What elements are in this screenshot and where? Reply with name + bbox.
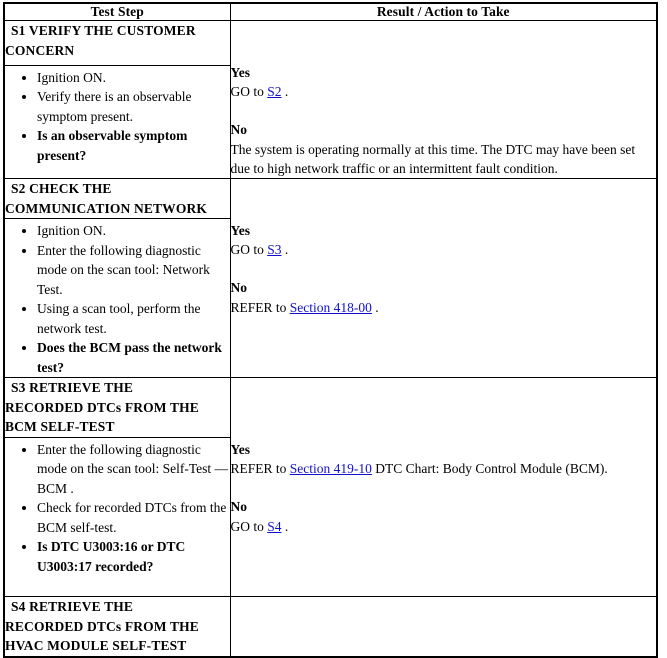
step-title-s3-line1: S3 RETRIEVE THE	[11, 380, 134, 396]
step-title-s1-line1: S1 VERIFY THE CUSTOMER	[11, 23, 196, 38]
result-yes-prefix-s1: GO to	[230, 84, 268, 100]
result-no-prefix-s2: REFER to	[230, 299, 290, 315]
result-yes-label-s2: Yes	[230, 223, 251, 239]
step-title-s3: S3 RETRIEVE THE RECORDED DTCs FROM THE B…	[3, 377, 231, 438]
result-no-text-s2: REFER to Section 418-00 .	[231, 298, 657, 317]
result-no-label-s2: No	[230, 280, 248, 296]
result-cell-s2-top-pad	[231, 179, 657, 221]
step-bullets-s3: Enter the following diagnostic mode on t…	[3, 436, 231, 598]
list-item: Ignition ON.	[37, 221, 230, 241]
link-s3[interactable]: S3	[267, 242, 281, 257]
list-item: Does the BCM pass the network test?	[37, 338, 230, 377]
result-yes-text-s2: GO to S3 .	[231, 240, 657, 259]
step-header-row-s3: S3 RETRIEVE THE RECORDED DTCs FROM THE B…	[3, 377, 658, 598]
step-title-s1-line2: CONCERN	[5, 42, 75, 58]
result-yes-prefix-s2: GO to	[230, 242, 268, 258]
step-title-s4-line3: HVAC MODULE SELF-TEST	[5, 638, 187, 654]
list-item: Is an observable symptom present?	[37, 126, 230, 165]
result-cell-s3: Yes REFER to Section 419-10 DTC Chart: B…	[229, 377, 658, 598]
bullet-list-s2: Ignition ON. Enter the following diagnos…	[5, 221, 230, 377]
list-item: Is DTC U3003:16 or DTC U3003:17 recorded…	[37, 537, 230, 576]
table-header-row: Test Step Result / Action to Take	[3, 2, 658, 21]
list-item: Verify there is an observable symptom pr…	[37, 87, 230, 126]
result-yes-s2: Yes GO to S3 .	[231, 221, 657, 259]
bullet-list-s3: Enter the following diagnostic mode on t…	[5, 440, 230, 577]
link-s4[interactable]: S4	[267, 519, 281, 534]
link-section-418-00[interactable]: Section 418-00	[290, 300, 372, 315]
result-yes-prefix-s3: REFER to	[230, 461, 290, 477]
step-bullets-s2: Ignition ON. Enter the following diagnos…	[3, 218, 231, 379]
result-yes-suffix-s3: DTC Chart: Body Control Module (BCM).	[371, 461, 608, 477]
link-s2[interactable]: S2	[267, 84, 281, 99]
result-no-s1: No The system is operating normally at t…	[231, 120, 657, 178]
step-title-s2-line1: S2 CHECK THE	[11, 181, 112, 197]
result-no-suffix-s3: .	[281, 518, 289, 534]
result-gap-s1	[231, 101, 657, 120]
step-header-row-s4: S4 RETRIEVE THE RECORDED DTCs FROM THE H…	[3, 596, 658, 658]
step-title-s4-line1: S4 RETRIEVE THE	[11, 599, 134, 615]
result-yes-text-s1: GO to S2 .	[231, 82, 657, 101]
link-section-419-10[interactable]: Section 419-10	[290, 461, 372, 476]
result-yes-s3: Yes REFER to Section 419-10 DTC Chart: B…	[231, 440, 657, 478]
diagnostic-chart-page: Test Step Result / Action to Take S1 VER…	[0, 0, 667, 658]
result-yes-s1: Yes GO to S2 .	[231, 63, 657, 101]
result-yes-suffix-s2: .	[281, 242, 289, 258]
step-header-row-s1: S1 VERIFY THE CUSTOMER CONCERN Yes GO to…	[3, 19, 658, 180]
list-item: Ignition ON.	[37, 68, 230, 88]
step-title-s3-line3: BCM SELF-TEST	[5, 419, 115, 435]
result-no-label-s1: No	[230, 122, 248, 138]
result-yes-label-s3: Yes	[230, 442, 251, 458]
result-gap-s3	[231, 478, 657, 497]
step-header-row-s2: S2 CHECK THE COMMUNICATION NETWORK Yes G…	[3, 178, 658, 379]
result-no-s2: No REFER to Section 418-00 .	[231, 278, 657, 316]
result-cell-s4	[229, 596, 658, 658]
result-yes-suffix-s1: .	[281, 84, 289, 100]
step-bullets-s1: Ignition ON. Verify there is an observab…	[3, 64, 231, 180]
list-item: Using a scan tool, perform the network t…	[37, 299, 230, 338]
result-cell-s1: Yes GO to S2 . No The system is operatin…	[229, 19, 658, 180]
result-no-suffix-s2: .	[371, 299, 379, 315]
column-header-test-step: Test Step	[3, 2, 231, 21]
result-cell-s3-top-pad	[231, 378, 657, 440]
result-yes-text-s3: REFER to Section 419-10 DTC Chart: Body …	[231, 459, 657, 478]
result-no-s3: No GO to S4 .	[231, 497, 657, 535]
column-header-result-action: Result / Action to Take	[229, 2, 658, 21]
step-title-s1: S1 VERIFY THE CUSTOMER CONCERN	[3, 20, 231, 66]
step-title-s4-line2: RECORDED DTCs FROM THE	[5, 618, 199, 634]
result-no-text-s1: The system is operating normally at this…	[230, 141, 636, 176]
result-cell-s1-top-pad	[231, 21, 657, 63]
diagnostic-table: Test Step Result / Action to Take S1 VER…	[3, 2, 658, 658]
result-no-prefix-s3: GO to	[230, 518, 268, 534]
result-no-text-s3: GO to S4 .	[231, 517, 657, 536]
bullet-list-s1: Ignition ON. Verify there is an observab…	[5, 68, 230, 166]
step-title-s3-line2: RECORDED DTCs FROM THE	[5, 399, 199, 415]
result-gap-s2	[231, 259, 657, 278]
list-item: Enter the following diagnostic mode on t…	[37, 241, 230, 300]
step-title-s4: S4 RETRIEVE THE RECORDED DTCs FROM THE H…	[3, 596, 231, 658]
step-title-s2: S2 CHECK THE COMMUNICATION NETWORK	[3, 178, 231, 220]
step-title-s2-line2: COMMUNICATION NETWORK	[5, 200, 208, 216]
result-no-label-s3: No	[230, 499, 248, 515]
list-item: Enter the following diagnostic mode on t…	[37, 440, 230, 499]
list-item: Check for recorded DTCs from the BCM sel…	[37, 498, 230, 537]
result-yes-label-s1: Yes	[230, 65, 251, 80]
result-cell-s2: Yes GO to S3 . No REFER to Section 418-0…	[229, 178, 658, 379]
